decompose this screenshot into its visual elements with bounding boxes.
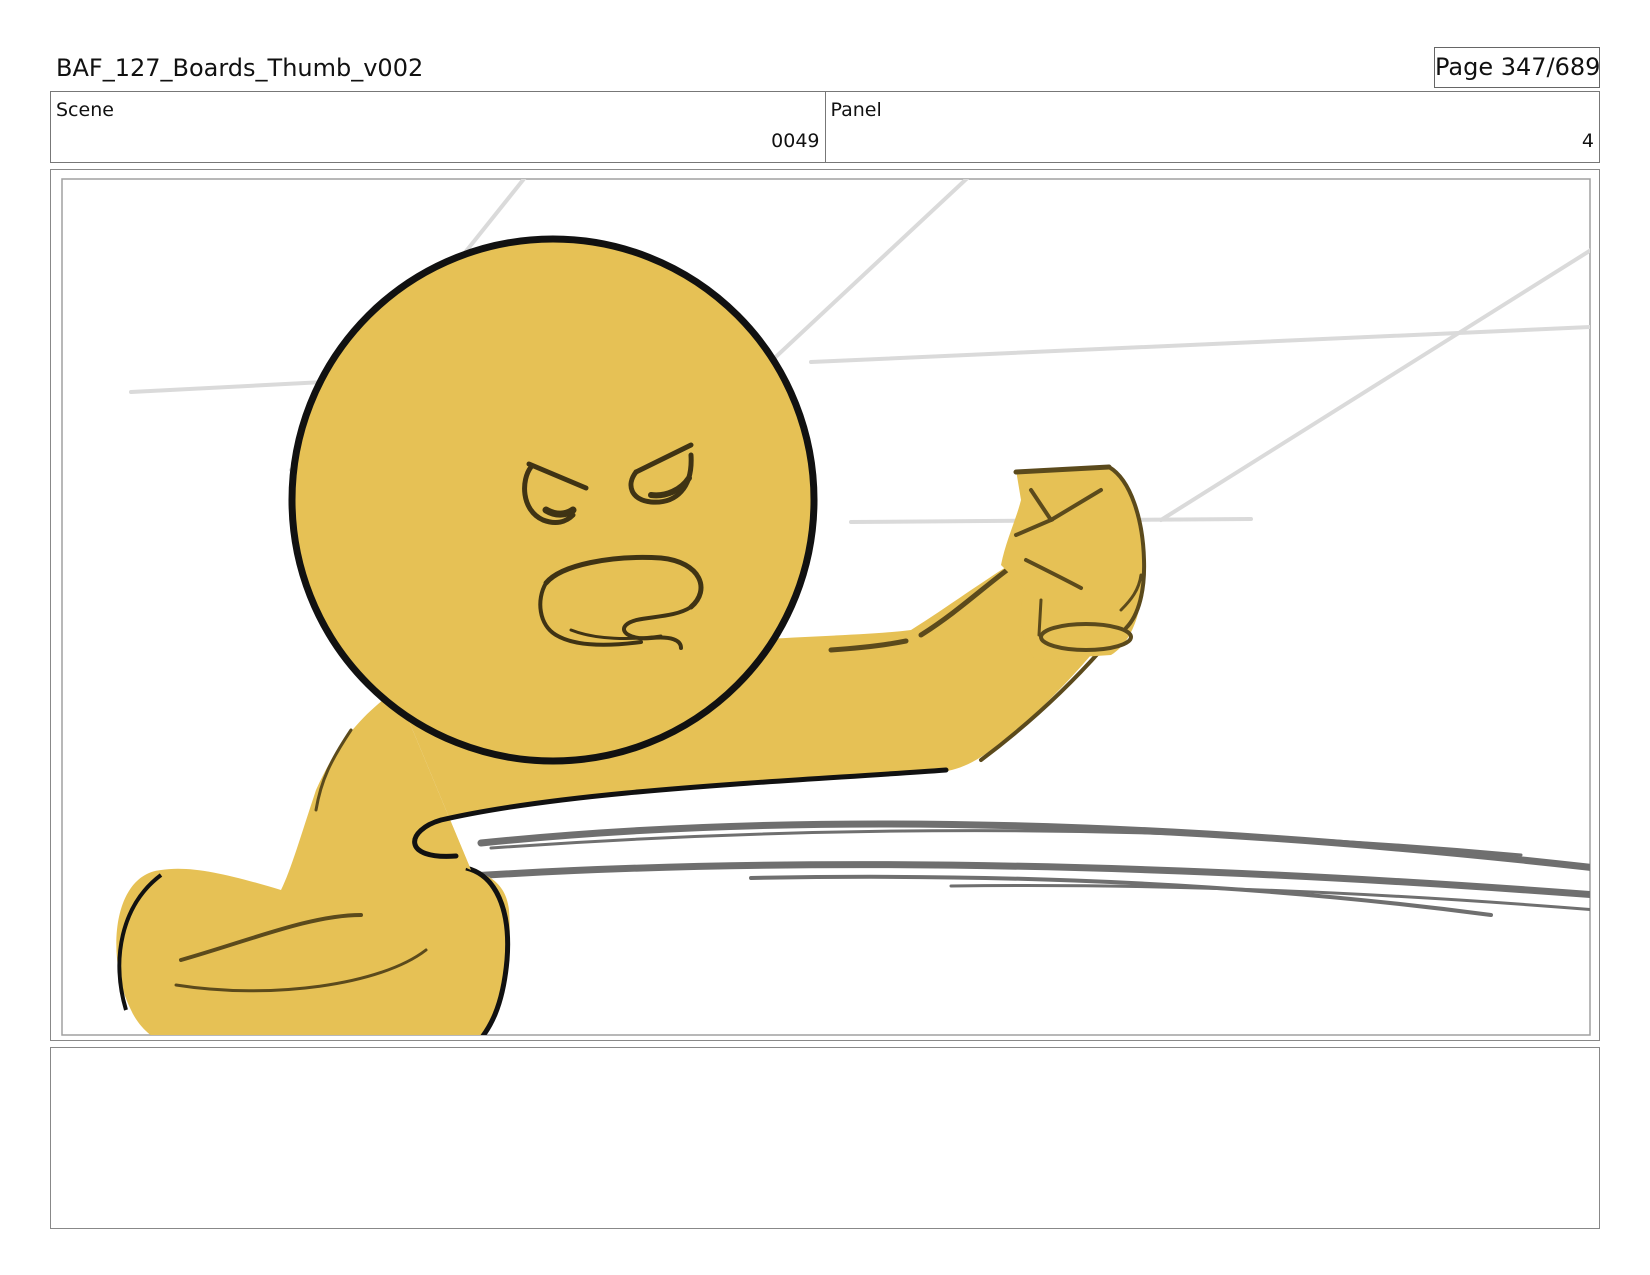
character-head: [288, 235, 818, 765]
document-title: BAF_127_Boards_Thumb_v002: [56, 54, 424, 82]
panel-cell: Panel 4: [824, 92, 1600, 162]
character-fist: [1001, 464, 1147, 660]
storyboard-panel-frame: [50, 169, 1600, 1041]
panel-label: Panel: [830, 99, 882, 121]
page-number: Page 347/689: [1434, 47, 1600, 88]
scene-label: Scene: [56, 99, 114, 121]
scene-value: 0049: [771, 130, 820, 152]
scene-cell: Scene 0049: [51, 92, 825, 162]
panel-value: 4: [1581, 130, 1594, 152]
notes-box: [50, 1047, 1600, 1229]
scene-panel-info-row: Scene 0049 Panel 4: [50, 91, 1600, 163]
storyboard-drawing: [61, 178, 1591, 1036]
